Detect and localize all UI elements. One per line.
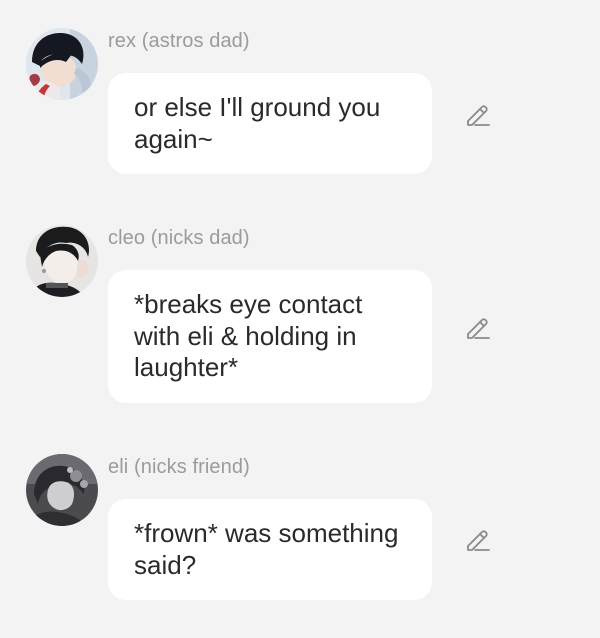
avatar[interactable] — [26, 225, 98, 297]
message-text: or else I'll ground you again~ — [134, 92, 381, 154]
message-text: *breaks eye contact with eli & holding i… — [134, 289, 363, 382]
message-item: cleo (nicks dad) *breaks eye contact wit… — [0, 225, 600, 405]
message-bubble[interactable]: or else I'll ground you again~ — [108, 73, 432, 174]
pencil-icon — [467, 530, 490, 551]
message-bubble[interactable]: *frown* was something said? — [108, 499, 432, 600]
avatar-rex-icon — [26, 28, 98, 100]
edit-button[interactable] — [460, 523, 494, 557]
pencil-icon — [467, 318, 490, 339]
pencil-icon — [467, 105, 490, 126]
avatar-eli-icon — [26, 454, 98, 526]
avatar[interactable] — [26, 28, 98, 100]
author-name: rex (astros dad) — [108, 30, 250, 52]
author-name: eli (nicks friend) — [108, 456, 250, 478]
edit-button[interactable] — [460, 98, 494, 132]
author-name: cleo (nicks dad) — [108, 227, 250, 249]
message-bubble[interactable]: *breaks eye contact with eli & holding i… — [108, 270, 432, 403]
edit-button[interactable] — [460, 311, 494, 345]
avatar[interactable] — [26, 454, 98, 526]
avatar-cleo-icon — [26, 225, 98, 297]
message-item: rex (astros dad) or else I'll ground you… — [0, 28, 600, 178]
message-text: *frown* was something said? — [134, 518, 399, 580]
message-item: eli (nicks friend) *frown* was something… — [0, 454, 600, 604]
